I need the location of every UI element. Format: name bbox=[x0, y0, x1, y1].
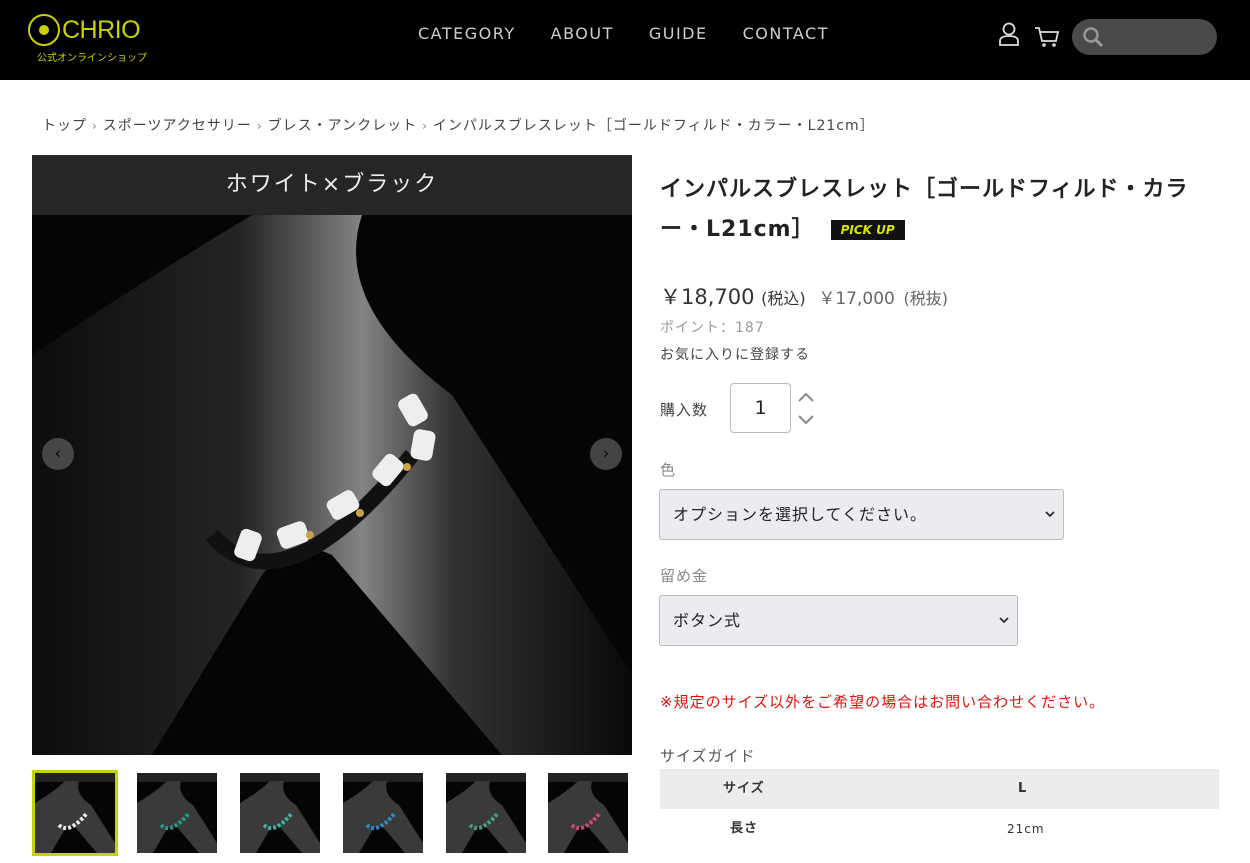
nav-contact[interactable]: CONTACT bbox=[743, 24, 829, 43]
add-favorite-link[interactable]: お気に入りに登録する bbox=[660, 344, 810, 364]
price-excl-note: (税抜) bbox=[903, 289, 949, 308]
color-label: 色 bbox=[660, 461, 677, 479]
search-icon[interactable] bbox=[1082, 26, 1104, 48]
cart-icon[interactable] bbox=[1034, 26, 1060, 48]
user-icon[interactable] bbox=[998, 22, 1020, 46]
breadcrumb-top[interactable]: トップ bbox=[42, 118, 87, 134]
breadcrumb-separator: › bbox=[422, 119, 428, 133]
size-header-label: サイズ bbox=[723, 781, 765, 796]
size-row-label: 長さ bbox=[730, 821, 759, 836]
gallery-banner: ホワイト×ブラック bbox=[32, 155, 632, 215]
logo-subtitle: 公式オンラインショップ bbox=[37, 53, 147, 64]
thumbnail[interactable] bbox=[32, 770, 118, 856]
breadcrumb-current: インパルスブレスレット［ゴールドフィルド・カラー・L21cm］ bbox=[432, 118, 875, 134]
chevron-down-icon bbox=[1045, 511, 1055, 518]
main-nav: CATEGORY ABOUT GUIDE CONTACT bbox=[418, 24, 864, 43]
thumbnail[interactable] bbox=[446, 773, 526, 853]
logo[interactable]: CHRIO 公式オンラインショップ bbox=[28, 14, 158, 64]
points: ポイント：187 bbox=[660, 320, 765, 336]
product-photo bbox=[32, 215, 632, 755]
breadcrumb-separator: › bbox=[256, 119, 263, 133]
thumbnail[interactable] bbox=[343, 773, 423, 853]
price-block: ￥18,700 (税込) ￥17,000 (税抜) bbox=[660, 281, 948, 311]
quantity-label: 購入数 bbox=[660, 401, 709, 419]
clasp-select-value: ボタン式 bbox=[673, 611, 742, 630]
nav-about[interactable]: ABOUT bbox=[551, 24, 614, 43]
clasp-label: 留め金 bbox=[660, 567, 709, 585]
chevron-down-icon[interactable] bbox=[797, 413, 815, 427]
thumbnail-strip bbox=[32, 770, 632, 860]
price-incl-note: (税込) bbox=[761, 289, 806, 308]
nav-category[interactable]: CATEGORY bbox=[418, 24, 516, 43]
thumbnail[interactable] bbox=[548, 773, 628, 853]
search-input[interactable] bbox=[1072, 19, 1217, 55]
logo-mark bbox=[28, 14, 60, 46]
product-image-gallery[interactable]: ホワイト×ブラック ‹ › bbox=[32, 155, 632, 755]
breadcrumb: トップ › スポーツアクセサリー › ブレス・アンクレット › インパルスブレスレット［ゴー… bbox=[42, 115, 875, 135]
thumbnail[interactable] bbox=[240, 773, 320, 853]
price-incl: ￥18,700 bbox=[660, 285, 755, 309]
size-table-header: サイズ L bbox=[660, 769, 1219, 809]
breadcrumb-bracelet[interactable]: ブレス・アンクレット bbox=[268, 118, 417, 134]
clasp-select[interactable]: ボタン式 bbox=[659, 595, 1018, 646]
table-row: 長さ 21cm bbox=[660, 809, 1219, 849]
pickup-badge: PICK UP bbox=[830, 220, 905, 240]
quantity-input[interactable]: 1 bbox=[730, 383, 791, 433]
price-excl: ￥17,000 bbox=[818, 289, 895, 309]
gallery-next-button[interactable]: › bbox=[590, 438, 622, 470]
size-guide-heading: サイズガイド bbox=[660, 747, 756, 765]
color-select[interactable]: オプションを選択してください。 bbox=[659, 489, 1064, 540]
chevron-up-icon[interactable] bbox=[797, 390, 815, 404]
product-title-text: インパルスブレスレット［ゴールドフィルド・カラー・L21cm］ bbox=[660, 177, 1189, 242]
chevron-down-icon bbox=[999, 617, 1009, 624]
size-notice: ※規定のサイズ以外をご希望の場合はお問い合わせください。 bbox=[660, 693, 1106, 711]
size-row-value: 21cm bbox=[1007, 822, 1045, 836]
site-header: CHRIO 公式オンラインショップ CATEGORY ABOUT GUIDE C… bbox=[0, 0, 1250, 80]
size-table: サイズ L 長さ 21cm bbox=[660, 769, 1219, 849]
color-select-value: オプションを選択してください。 bbox=[673, 505, 928, 524]
product-title: インパルスブレスレット［ゴールドフィルド・カラー・L21cm］ PICK UP bbox=[660, 170, 1210, 250]
breadcrumb-sports[interactable]: スポーツアクセサリー bbox=[103, 118, 252, 134]
size-header-value: L bbox=[1018, 781, 1028, 796]
nav-guide[interactable]: GUIDE bbox=[649, 24, 708, 43]
thumbnail[interactable] bbox=[137, 773, 217, 853]
gallery-prev-button[interactable]: ‹ bbox=[42, 438, 74, 470]
logo-text: CHRIO bbox=[62, 16, 141, 44]
breadcrumb-separator: › bbox=[92, 119, 98, 133]
